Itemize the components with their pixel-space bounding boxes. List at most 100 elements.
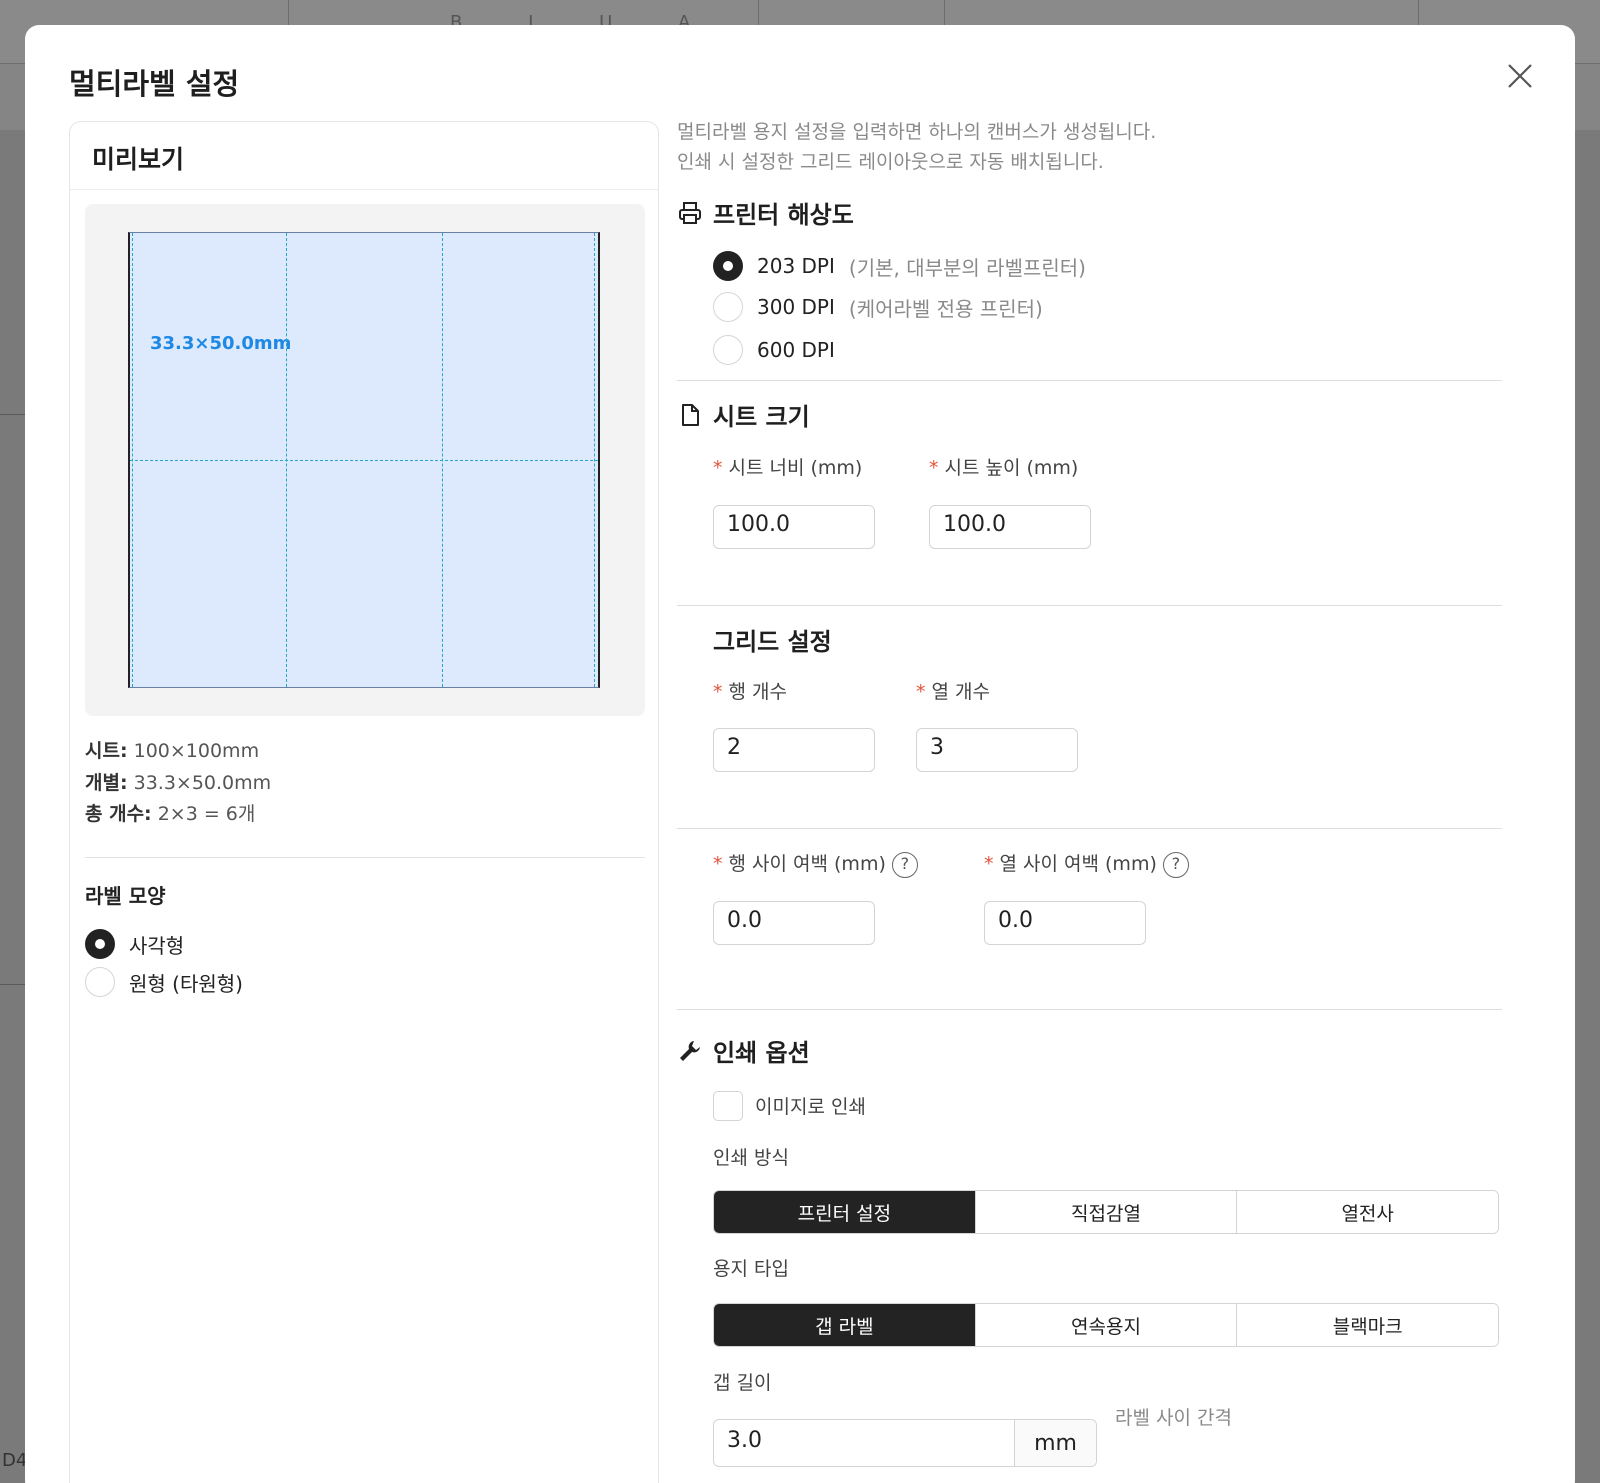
sheet-height-label: * 시트 높이 (mm) <box>929 453 1078 480</box>
dpi-option-hint: (기본, 대부분의 라벨프린터) <box>848 255 1086 280</box>
modal-title: 멀티라벨 설정 <box>69 67 240 101</box>
dpi-option-300[interactable]: 300 DPI (케어라벨 전용 프린터) <box>713 292 1043 322</box>
required-mark: * <box>984 853 994 875</box>
rows-label: * 행 개수 <box>713 677 787 704</box>
required-mark: * <box>916 681 926 703</box>
divider <box>85 857 645 858</box>
shape-option-label: 사각형 <box>129 933 185 958</box>
dpi-option-203[interactable]: 203 DPI (기본, 대부분의 라벨프린터) <box>713 251 1086 281</box>
help-icon[interactable]: ? <box>891 851 918 878</box>
background-separator <box>758 0 759 28</box>
help-icon[interactable]: ? <box>1162 851 1189 878</box>
print-method-printer-settings[interactable]: 프린터 설정 <box>714 1191 976 1233</box>
paper-type-segmented: 갭 라벨 연속용지 블랙마크 <box>713 1303 1499 1347</box>
cell-info-key: 개별: <box>85 772 128 794</box>
sheet-size-heading: 시트 크기 <box>677 397 810 432</box>
gap-length-input[interactable]: 3.0 mm <box>713 1419 1097 1467</box>
background-rule <box>0 984 26 985</box>
document-icon <box>682 403 699 426</box>
cols-input[interactable]: 3 <box>916 728 1078 772</box>
print-as-image-label: 이미지로 인쇄 <box>755 1096 866 1118</box>
row-gap-label: * 행 사이 여백 (mm)? <box>713 849 918 878</box>
sheet-width-input[interactable]: 100.0 <box>713 505 875 549</box>
radio-checked-icon[interactable] <box>85 929 115 959</box>
printer-icon <box>679 201 701 224</box>
paper-type-gap-label[interactable]: 갭 라벨 <box>714 1304 976 1346</box>
grid-settings-heading: 그리드 설정 <box>713 628 832 656</box>
rows-input[interactable]: 2 <box>713 728 875 772</box>
col-gap-label: * 열 사이 여백 (mm)? <box>984 849 1189 878</box>
radio-unchecked-icon[interactable] <box>713 292 743 322</box>
label-text: 시트 너비 (mm) <box>728 457 863 479</box>
shape-option-ellipse[interactable]: 원형 (타원형) <box>85 967 243 997</box>
paper-type-black-mark[interactable]: 블랙마크 <box>1237 1304 1498 1346</box>
label-text: 행 사이 여백 (mm) <box>728 853 886 875</box>
sheet-info-key: 시트: <box>85 740 128 762</box>
sheet-height-input[interactable]: 100.0 <box>929 505 1091 549</box>
sheet-width-label: * 시트 너비 (mm) <box>713 453 862 480</box>
background-rule <box>0 414 26 415</box>
background-separator <box>944 0 945 28</box>
radio-checked-icon[interactable] <box>713 251 743 281</box>
print-method-label: 인쇄 방식 <box>713 1147 789 1169</box>
total-info-value: 2×3 = 6개 <box>157 803 256 825</box>
modal-description: 멀티라벨 용지 설정을 입력하면 하나의 캔버스가 생성됩니다. 인쇄 시 설정… <box>677 117 1156 177</box>
description-line: 인쇄 시 설정한 그리드 레이아웃으로 자동 배치됩니다. <box>677 151 1104 173</box>
required-mark: * <box>713 681 723 703</box>
preview-card: 미리보기 33.3×50.0mm 시트: 100×100mm 개별: 33.3×… <box>69 121 659 1483</box>
dpi-option-600[interactable]: 600 DPI <box>713 335 835 365</box>
description-line: 멀티라벨 용지 설정을 입력하면 하나의 캔버스가 생성됩니다. <box>677 121 1157 143</box>
cell-info-value: 33.3×50.0mm <box>133 772 272 794</box>
close-button[interactable] <box>1503 59 1537 93</box>
radio-unchecked-icon[interactable] <box>85 967 115 997</box>
print-method-thermal-transfer[interactable]: 열전사 <box>1237 1191 1498 1233</box>
print-method-direct-thermal[interactable]: 직접감열 <box>975 1191 1238 1233</box>
divider <box>677 1009 1502 1010</box>
dpi-option-label: 300 DPI <box>757 295 835 319</box>
label-sheet-preview: 33.3×50.0mm <box>128 232 600 688</box>
background-cell-ref: D4 <box>2 1450 28 1471</box>
section-title-text: 시트 크기 <box>713 403 810 431</box>
gap-length-value[interactable]: 3.0 <box>714 1420 1014 1466</box>
print-options-heading: 인쇄 옵션 <box>677 1033 810 1068</box>
gap-length-label: 갭 길이 <box>713 1372 772 1394</box>
divider <box>677 380 1502 381</box>
label-shape-title: 라벨 모양 <box>85 884 166 908</box>
preview-area: 33.3×50.0mm <box>85 204 645 716</box>
paper-type-label: 용지 타입 <box>713 1258 789 1280</box>
paper-type-continuous[interactable]: 연속용지 <box>975 1304 1238 1346</box>
total-info-key: 총 개수: <box>85 803 152 825</box>
shape-option-rectangle[interactable]: 사각형 <box>85 929 184 959</box>
shape-option-label: 원형 (타원형) <box>129 971 243 996</box>
grid-row-line <box>130 460 598 461</box>
background-separator <box>1418 0 1419 28</box>
dpi-option-label: 203 DPI <box>757 254 835 278</box>
label-text: 열 개수 <box>931 681 990 703</box>
divider <box>677 605 1502 606</box>
sheet-info: 시트: 100×100mm <box>85 736 259 763</box>
preview-title: 미리보기 <box>70 122 658 190</box>
cols-label: * 열 개수 <box>916 677 990 704</box>
wrench-icon <box>680 1040 700 1061</box>
section-title-text: 인쇄 옵션 <box>713 1039 810 1067</box>
printer-resolution-heading: 프린터 해상도 <box>677 195 854 230</box>
col-gap-input[interactable]: 0.0 <box>984 901 1146 945</box>
cell-info: 개별: 33.3×50.0mm <box>85 768 271 795</box>
label-text: 열 사이 여백 (mm) <box>999 853 1157 875</box>
required-mark: * <box>929 457 939 479</box>
label-text: 행 개수 <box>728 681 787 703</box>
total-info: 총 개수: 2×3 = 6개 <box>85 799 255 826</box>
required-mark: * <box>713 853 723 875</box>
cell-size-label: 33.3×50.0mm <box>150 333 292 354</box>
dpi-option-label: 600 DPI <box>757 338 835 362</box>
print-method-segmented: 프린터 설정 직접감열 열전사 <box>713 1190 1499 1234</box>
radio-unchecked-icon[interactable] <box>713 335 743 365</box>
section-title-text: 프린터 해상도 <box>713 201 854 229</box>
gap-length-unit: mm <box>1014 1420 1096 1466</box>
background-separator <box>288 0 289 28</box>
gap-length-hint: 라벨 사이 간격 <box>1115 1407 1232 1429</box>
dpi-option-hint: (케어라벨 전용 프린터) <box>848 296 1043 321</box>
row-gap-input[interactable]: 0.0 <box>713 901 875 945</box>
sheet-info-value: 100×100mm <box>133 740 260 762</box>
print-as-image-checkbox[interactable] <box>713 1091 743 1121</box>
